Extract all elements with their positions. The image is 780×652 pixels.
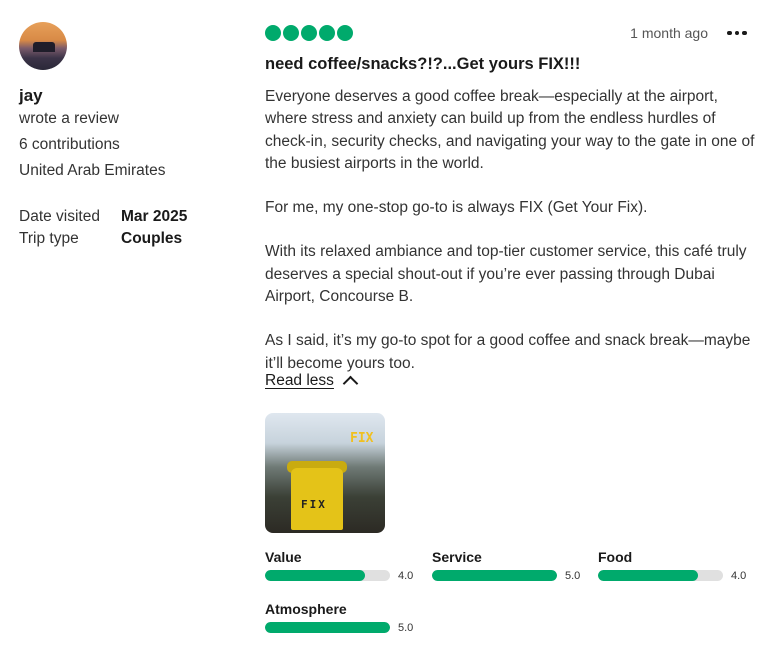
rating-bubble — [337, 25, 353, 41]
rating-bubble — [301, 25, 317, 41]
review-paragraph: Everyone deserves a good coffee break—es… — [265, 88, 755, 172]
chevron-up-icon — [342, 375, 359, 392]
rating-fill — [432, 570, 557, 581]
rating-bar-value — [265, 570, 390, 581]
date-visited-value: Mar 2025 — [121, 208, 188, 225]
rating-value-atmosphere: 5.0 — [398, 622, 414, 634]
rating-bubble — [283, 25, 299, 41]
read-less-button[interactable]: Read less — [265, 372, 359, 392]
rating-value-value: 4.0 — [398, 570, 414, 582]
rating-label-food: Food — [598, 549, 633, 565]
review-paragraph: For me, my one-stop go-to is always FIX … — [265, 199, 648, 217]
rating-label-value: Value — [265, 549, 302, 565]
rating-bar-atmosphere — [265, 622, 390, 633]
read-less-label: Read less — [265, 372, 334, 389]
trip-type-label: Trip type — [19, 230, 79, 247]
review-body: Everyone deserves a good coffee break—es… — [265, 86, 760, 397]
rating-label-atmosphere: Atmosphere — [265, 601, 347, 617]
rating-bubbles — [265, 25, 353, 41]
avatar[interactable] — [19, 22, 67, 70]
rating-value-service: 5.0 — [565, 570, 581, 582]
rating-fill — [265, 570, 365, 581]
reviewer-location: United Arab Emirates — [19, 162, 166, 179]
date-visited-label: Date visited — [19, 208, 100, 225]
review-paragraph: With its relaxed ambiance and top-tier c… — [265, 243, 747, 306]
rating-fill — [265, 622, 390, 633]
rating-bar-service — [432, 570, 557, 581]
review-paragraph: As I said, it’s my go-to spot for a good… — [265, 332, 751, 372]
more-dots-icon[interactable] — [727, 28, 747, 38]
review-action-text: wrote a review — [19, 110, 119, 127]
review-title: need coffee/snacks?!?...Get yours FIX!!! — [265, 55, 581, 73]
contributions-count: 6 contributions — [19, 136, 120, 153]
rating-fill — [598, 570, 698, 581]
rating-value-food: 4.0 — [731, 570, 747, 582]
rating-bar-food — [598, 570, 723, 581]
rating-bubble — [319, 25, 335, 41]
review-date: 1 month ago — [630, 25, 708, 41]
rating-label-service: Service — [432, 549, 482, 565]
rating-bubble — [265, 25, 281, 41]
reviewer-name[interactable]: jay — [19, 86, 43, 106]
trip-type-value: Couples — [121, 230, 183, 247]
review-photo[interactable]: FIX FIX — [265, 413, 385, 533]
